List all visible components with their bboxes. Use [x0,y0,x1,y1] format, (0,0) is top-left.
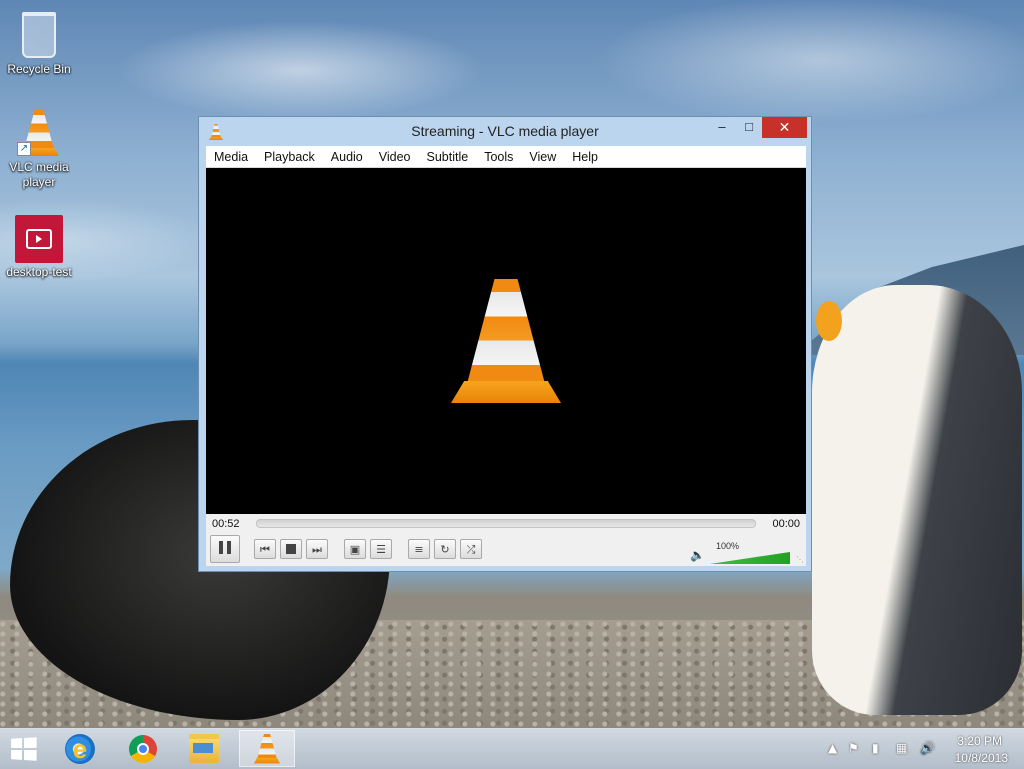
volume-fill [710,552,790,564]
resize-grip[interactable]: ⋱ [796,556,804,564]
menu-audio[interactable]: Audio [323,147,371,167]
desktop-icon-recycle-bin[interactable]: Recycle Bin [1,8,77,77]
next-button[interactable]: ⏭ [306,539,328,559]
desktop-test-icon [15,215,63,263]
desktop-icon-desktop-test[interactable]: desktop-test [1,215,77,280]
network-icon[interactable]: ▦ [896,741,907,755]
chrome-icon [129,734,157,763]
desktop-icon-label: desktop-test [6,265,72,279]
speaker-icon[interactable]: 🔊 [920,741,935,755]
power-icon[interactable]: ▮ [872,741,879,755]
vlc-window: Streaming - VLC media player – □ ✕ Media… [198,116,812,572]
previous-icon: ⏮ [260,542,270,556]
internet-explorer-icon: e [65,733,95,764]
desktop-icon-label: Recycle Bin [7,62,71,76]
shuffle-button[interactable]: ⤮ [460,539,482,559]
recycle-bin-icon [15,12,63,60]
equalizer-icon: ☰ [376,542,386,556]
extended-settings-button[interactable]: ☰ [370,539,392,559]
pause-button[interactable] [210,535,240,563]
windows-logo-icon [11,737,37,761]
previous-button[interactable]: ⏮ [254,539,276,559]
stop-button[interactable] [280,539,302,559]
vlc-icon: ↗ [15,110,63,158]
menu-subtitle[interactable]: Subtitle [419,147,477,167]
stop-icon [286,544,296,554]
show-hidden-icons-icon[interactable]: ▲ [828,741,837,755]
close-button[interactable]: ✕ [762,117,807,138]
vlc-cone-logo [451,279,561,403]
loop-icon: ↻ [440,542,450,556]
wallpaper-penguin [812,285,1022,715]
menu-help[interactable]: Help [564,147,606,167]
fullscreen-icon: ▣ [349,542,361,556]
volume-icon[interactable]: 🔈 [690,548,705,562]
playlist-icon: ≡ [414,542,424,556]
system-tray: ▲ ⚑ ▮ ▦ 🔊 3:20 PM 10/8/2013 [824,729,1024,769]
start-button[interactable] [10,737,37,761]
menu-view[interactable]: View [521,147,564,167]
loop-button[interactable]: ↻ [434,539,456,559]
elapsed-time: 00:52 [212,518,240,530]
video-area[interactable] [206,168,806,514]
menu-playback[interactable]: Playback [256,147,323,167]
title-bar[interactable]: Streaming - VLC media player – □ ✕ [199,117,811,147]
shuffle-icon: ⤮ [466,542,476,556]
shortcut-arrow-icon: ↗ [17,142,31,156]
desktop-icon-label: VLC media player [9,160,69,189]
taskbar-internet-explorer[interactable]: e [52,730,108,767]
controls-panel: 00:52 00:00 ⏮ ⏭ ▣ ☰ ≡ ↻ ⤮ 🔈 100% ⋱ [206,514,806,566]
next-icon: ⏭ [312,542,322,556]
total-time: 00:00 [772,518,800,530]
vlc-icon [254,733,280,764]
clock-time[interactable]: 3:20 PM [957,734,1002,748]
maximize-button[interactable]: □ [736,117,762,138]
taskbar-vlc[interactable] [239,730,295,767]
menu-tools[interactable]: Tools [476,147,521,167]
seek-bar[interactable] [256,519,756,528]
fullscreen-button[interactable]: ▣ [344,539,366,559]
action-center-flag-icon[interactable]: ⚑ [848,741,859,755]
menu-media[interactable]: Media [206,147,256,167]
menu-bar: Media Playback Audio Video Subtitle Tool… [206,146,806,168]
pause-icon [217,541,233,557]
minimize-button[interactable]: – [709,117,735,138]
menu-video[interactable]: Video [371,147,419,167]
taskbar: e ▲ ⚑ ▮ ▦ 🔊 3:20 PM 10/8/2013 [0,728,1024,769]
taskbar-file-explorer[interactable] [176,730,232,767]
taskbar-chrome[interactable] [115,730,171,767]
desktop-icon-vlc[interactable]: ↗ VLC media player [1,110,77,190]
file-explorer-icon [189,734,219,763]
playlist-button[interactable]: ≡ [408,539,430,559]
volume-slider[interactable] [710,552,790,564]
clock-date[interactable]: 10/8/2013 [955,751,1008,765]
volume-percent: 100% [716,541,740,551]
